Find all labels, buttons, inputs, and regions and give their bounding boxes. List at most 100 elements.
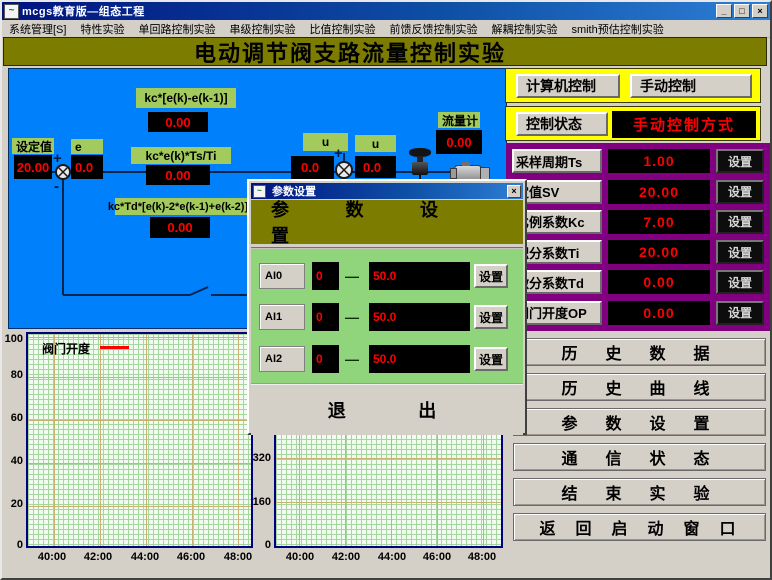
param-row-ti: 积分系数Ti 20.00 设置: [512, 240, 764, 264]
ai0-dash: —: [345, 268, 363, 284]
navigation-buttons: 历 史 数 据 历 史 曲 线 参 数 设 置 通 信 状 态 结 束 实 验 …: [513, 338, 766, 541]
sum1-plus-sign: +: [53, 154, 62, 164]
setpoint-value-display: 20.00: [14, 155, 52, 179]
communication-status-button[interactable]: 通 信 状 态: [513, 443, 766, 471]
end-experiment-button[interactable]: 结 束 实 验: [513, 478, 766, 506]
left-x-tick-2: 44:00: [126, 551, 164, 563]
sum1-minus-sign: -: [54, 182, 59, 192]
return-start-window-button[interactable]: 返 回 启 动 窗 口: [513, 513, 766, 541]
ai2-label: AI2: [259, 346, 305, 372]
flowmeter-value-display: 0.00: [436, 130, 482, 154]
parameter-setting-button[interactable]: 参 数 设 置: [513, 408, 766, 436]
menu-characteristic[interactable]: 特性实验: [73, 20, 131, 38]
dialog-row-ai1: AI1 0 — 50.0 设置: [251, 303, 523, 331]
ai1-low-display: 0: [312, 303, 339, 331]
right-x-tick-4: 48:00: [463, 551, 501, 563]
manual-control-button[interactable]: 手动控制: [630, 74, 752, 98]
u1-value-display: 0.0: [291, 156, 334, 179]
history-data-button[interactable]: 历 史 数 据: [513, 338, 766, 366]
ai1-dash: —: [345, 309, 363, 325]
param-set-button-ti[interactable]: 设置: [716, 240, 764, 264]
left-y-tick-40: 40: [2, 455, 23, 467]
computer-control-button[interactable]: 计算机控制: [516, 74, 620, 98]
menu-system[interactable]: 系统管理[S]: [2, 20, 73, 38]
param-value-sv: 20.00: [608, 180, 710, 204]
i-term-value-display: 0.00: [146, 165, 210, 185]
right-x-tick-1: 42:00: [327, 551, 365, 563]
banner: 电动调节阀支路流量控制实验: [3, 37, 767, 66]
dialog-row-ai2: AI2 0 — 50.0 设置: [251, 345, 523, 373]
left-x-tick-3: 46:00: [172, 551, 210, 563]
param-set-button-td[interactable]: 设置: [716, 270, 764, 294]
u2-value-display: 0.0: [355, 156, 396, 178]
window-title: mcgs教育版—组态工程: [22, 3, 145, 19]
param-value-ti: 20.00: [608, 240, 710, 264]
right-x-tick-3: 46:00: [418, 551, 456, 563]
page-title: 电动调节阀支路流量控制实验: [194, 36, 506, 68]
param-value-op: 0.00: [608, 301, 710, 325]
ai2-high-display: 50.0: [369, 345, 470, 373]
sum2-plus-sign: +: [334, 149, 343, 159]
param-set-button-op[interactable]: 设置: [716, 301, 764, 325]
param-row-sv: 定值SV 20.00 设置: [512, 180, 764, 204]
dialog-body: AI0 0 — 50.0 设置 AI1 0 — 50.0 设置 AI2 0 — …: [251, 247, 523, 385]
dialog-exit-button[interactable]: 退 出: [298, 396, 477, 424]
status-group: 控制状态 手动控制方式: [505, 106, 761, 141]
error-value-display: 0.0: [71, 155, 103, 179]
param-value-td: 0.00: [608, 270, 710, 294]
param-set-button-sv[interactable]: 设置: [716, 180, 764, 204]
error-label: e: [71, 139, 103, 154]
control-status-display: 手动控制方式: [612, 111, 756, 138]
ai0-label: AI0: [259, 263, 305, 289]
left-trend-chart: [26, 332, 253, 548]
restore-button[interactable]: □: [734, 4, 750, 18]
parameter-panel: 采样周期Ts 1.00 设置 定值SV 20.00 设置 比例系数Kc 7.00…: [506, 143, 770, 331]
history-curve-button[interactable]: 历 史 曲 线: [513, 373, 766, 401]
setpoint-label: 设定值: [12, 138, 54, 154]
left-chart-legend-line: [100, 346, 129, 349]
left-x-tick-4: 48:00: [219, 551, 257, 563]
app-icon: ~: [4, 4, 19, 19]
flowmeter-label: 流量计: [438, 112, 480, 128]
right-x-tick-0: 40:00: [281, 551, 319, 563]
left-y-tick-100: 100: [2, 333, 23, 345]
left-x-tick-1: 42:00: [79, 551, 117, 563]
right-x-tick-2: 44:00: [373, 551, 411, 563]
param-set-button-ts[interactable]: 设置: [716, 149, 764, 173]
menu-smith[interactable]: smith预估控制实验: [564, 20, 670, 38]
param-row-ts: 采样周期Ts 1.00 设置: [512, 149, 764, 173]
ai2-dash: —: [345, 351, 363, 367]
u2-label: u: [355, 135, 396, 152]
left-y-tick-0: 0: [2, 539, 23, 551]
right-y-tick-0: 0: [250, 539, 271, 551]
ai1-set-button[interactable]: 设置: [474, 305, 508, 329]
right-y-tick-320: 320: [250, 452, 271, 464]
ai2-low-display: 0: [312, 345, 339, 373]
d-term-label: kc*Td*[e(k)-2*e(k-1)+e(k-2)]/Ts: [115, 198, 256, 215]
dialog-app-icon: ~: [253, 185, 266, 198]
param-row-op: 阀门开度OP 0.00 设置: [512, 301, 764, 325]
ai0-set-button[interactable]: 设置: [474, 264, 508, 288]
param-row-kc: 比例系数Kc 7.00 设置: [512, 210, 764, 234]
parameter-dialog: ~ 参数设置 × 参 数 设 置 AI0 0 — 50.0 设置 AI1 0 —…: [247, 179, 527, 435]
i-term-label: kc*e(k)*Ts/Ti: [131, 147, 231, 164]
param-row-td: 微分系数Td 0.00 设置: [512, 270, 764, 294]
dialog-header: 参 数 设 置: [251, 200, 523, 244]
window-titlebar: ~ mcgs教育版—组态工程 _ □ ×: [2, 2, 770, 20]
ai1-label: AI1: [259, 304, 305, 330]
dialog-row-ai0: AI0 0 — 50.0 设置: [251, 262, 523, 290]
param-value-kc: 7.00: [608, 210, 710, 234]
ai0-high-display: 50.0: [369, 262, 470, 290]
left-x-tick-0: 40:00: [33, 551, 71, 563]
control-status-label: 控制状态: [516, 112, 608, 136]
right-y-tick-160: 160: [250, 496, 271, 508]
left-chart-legend-label: 阀门开度: [42, 340, 90, 357]
mode-button-group: 计算机控制 手动控制: [505, 68, 761, 103]
p-term-label: kc*[e(k)-e(k-1)]: [136, 88, 236, 108]
param-value-ts: 1.00: [608, 149, 710, 173]
close-button[interactable]: ×: [752, 4, 768, 18]
ai2-set-button[interactable]: 设置: [474, 347, 508, 371]
main-window: ~ mcgs教育版—组态工程 _ □ × 系统管理[S] 特性实验 单回路控制实…: [0, 0, 772, 580]
minimize-button[interactable]: _: [716, 4, 732, 18]
param-set-button-kc[interactable]: 设置: [716, 210, 764, 234]
